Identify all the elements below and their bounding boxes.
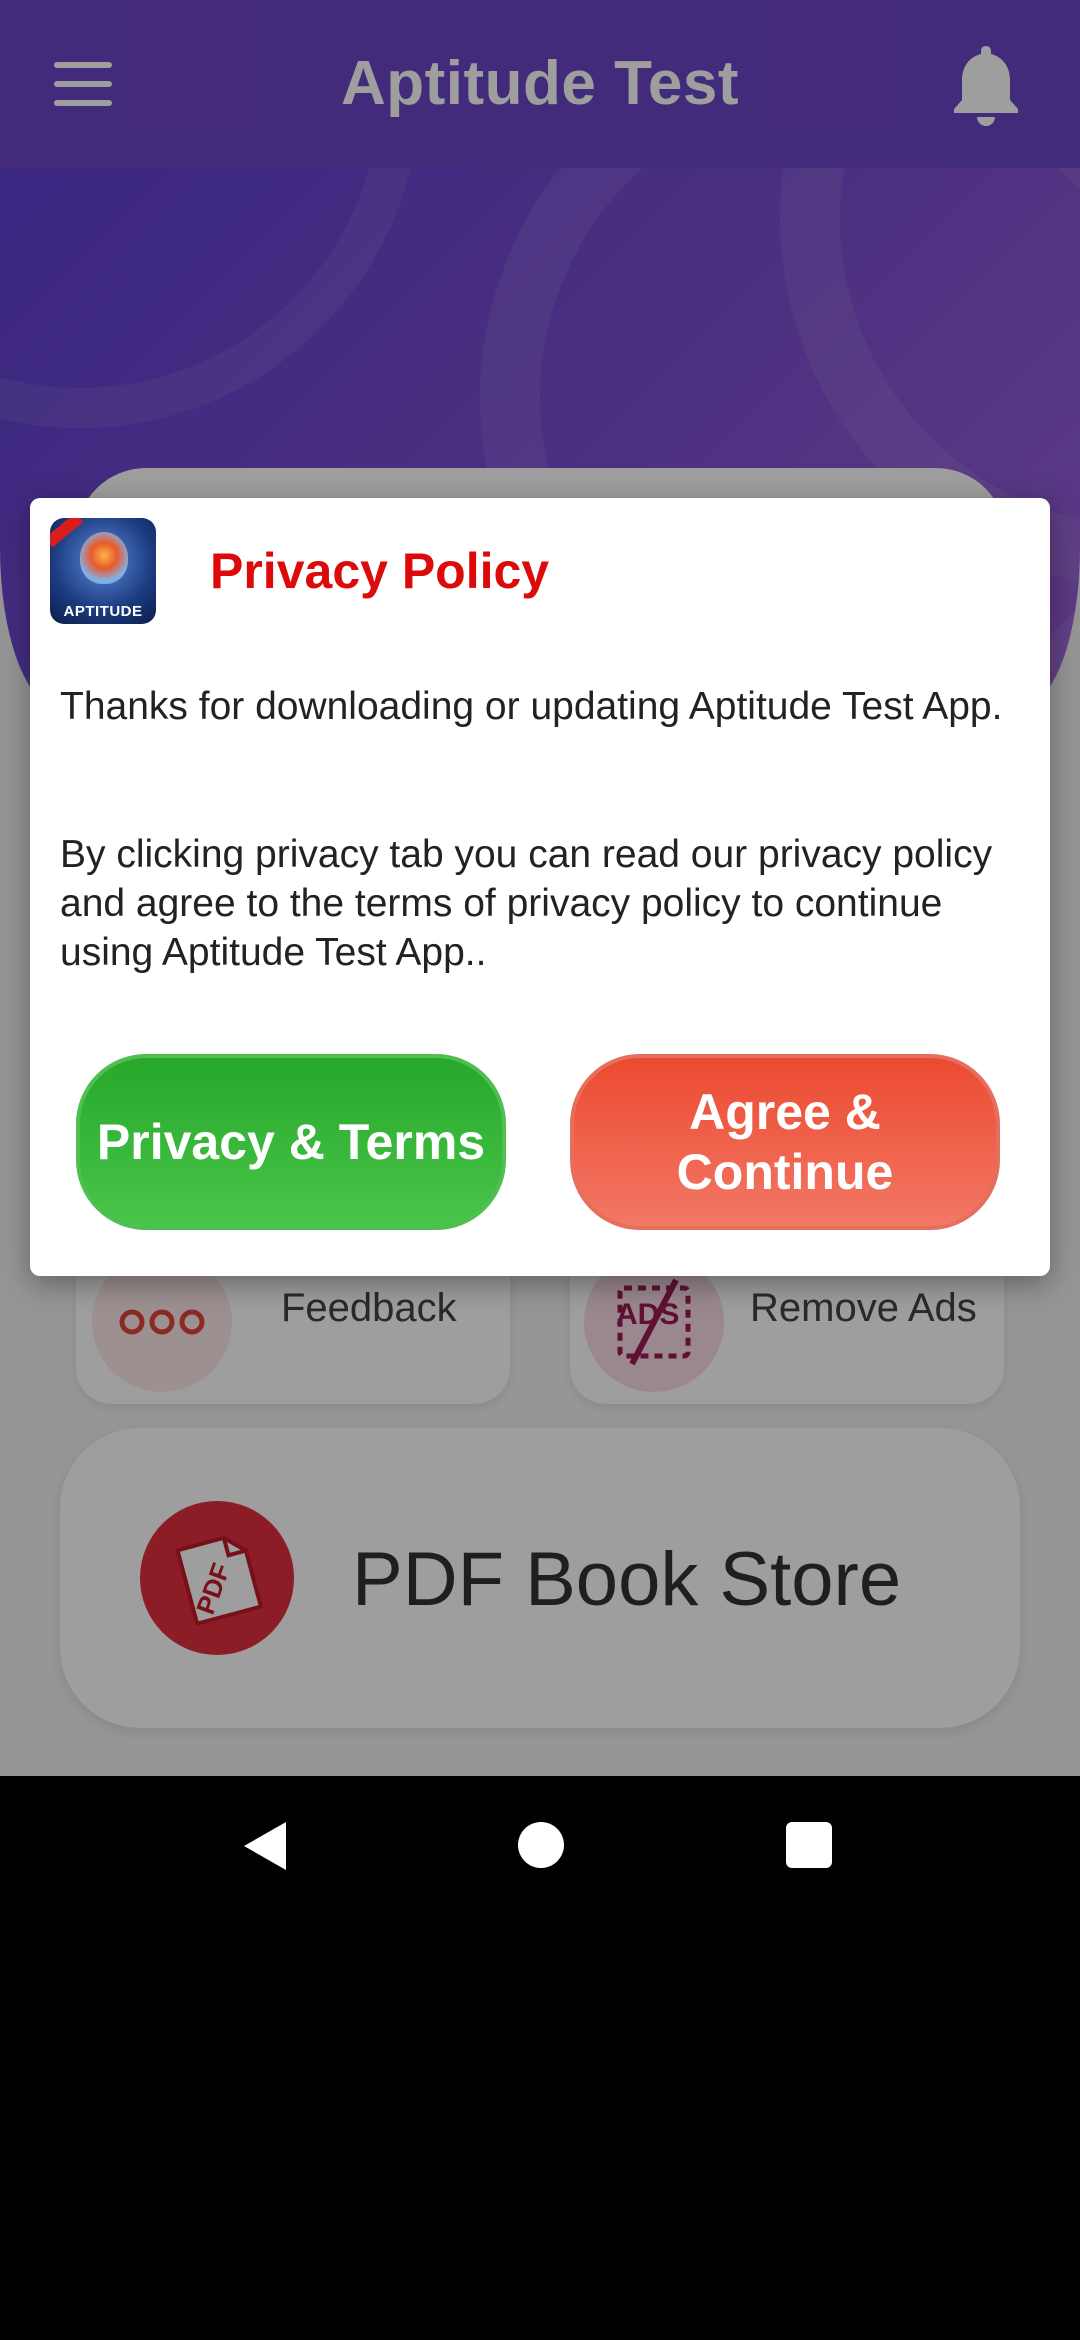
app-screen: Aptitude Test Feedback ADS Remove Ads PD…	[0, 0, 1080, 1776]
app-logo-text: APTITUDE	[63, 603, 143, 620]
privacy-terms-button[interactable]: Privacy & Terms	[76, 1054, 506, 1230]
dialog-title: Privacy Policy	[210, 543, 550, 599]
privacy-policy-dialog: APTITUDE Privacy Policy Thanks for downl…	[30, 498, 1050, 1276]
dialog-message-privacy: By clicking privacy tab you can read our…	[60, 833, 993, 974]
dialog-message-thanks: Thanks for downloading or updating Aptit…	[60, 685, 1003, 728]
recents-icon[interactable]	[786, 1822, 832, 1868]
app-logo: APTITUDE	[50, 518, 156, 624]
home-icon[interactable]	[518, 1822, 564, 1868]
agree-continue-button[interactable]: Agree & Continue	[570, 1054, 1000, 1230]
system-nav-bar	[0, 1776, 1080, 1918]
back-icon[interactable]	[240, 1818, 290, 1874]
